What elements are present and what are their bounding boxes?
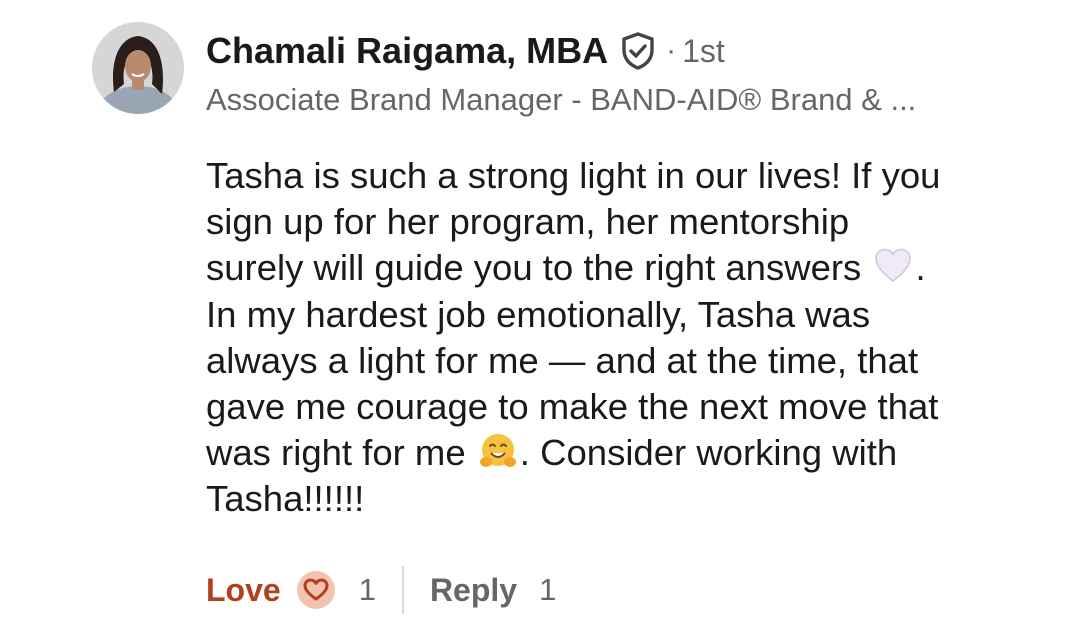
comment-line-text: was right for me <box>206 432 466 474</box>
separator-dot: · <box>666 34 677 67</box>
reply-button[interactable]: Reply <box>430 572 517 609</box>
comment-line-text: surely will guide you to the right answe… <box>206 247 862 289</box>
comment-line: Tasha!!!!!! <box>206 478 365 520</box>
comment-line: surely will guide you to the right answe… <box>206 245 1036 291</box>
author-header: Chamali Raigama, MBA · 1st <box>206 30 725 72</box>
comment-line: gave me courage to make the next move th… <box>206 386 939 428</box>
verified-shield-icon <box>618 31 658 71</box>
comment-actions: Love 1 Reply 1 <box>206 566 556 614</box>
comment-line: Tasha is such a strong light in our live… <box>206 155 941 196</box>
white-heart-emoji-icon <box>873 246 913 286</box>
comment-line-suffix: . <box>915 247 926 289</box>
comment-line: was right for me . Consider working with <box>206 430 1036 476</box>
hugging-face-emoji-icon <box>478 431 518 471</box>
comment-text: Tasha is such a strong light in our live… <box>206 153 1036 523</box>
avatar-photo-icon <box>92 22 184 114</box>
comment-line-suffix: . <box>519 432 530 474</box>
author-name[interactable]: Chamali Raigama, MBA <box>206 30 608 72</box>
comment-line: In my hardest job emotionally, Tasha was <box>206 293 871 335</box>
love-button[interactable]: Love <box>206 572 281 609</box>
comment-line-text: Consider working with <box>540 432 898 474</box>
author-headline: Associate Brand Manager - BAND-AID® Bran… <box>206 82 917 117</box>
reply-count[interactable]: 1 <box>539 572 556 608</box>
connection-degree: 1st <box>682 32 725 69</box>
author-avatar[interactable] <box>92 22 184 114</box>
love-reaction-icon[interactable] <box>295 569 337 611</box>
love-count[interactable]: 1 <box>359 572 376 608</box>
comment-line: always a light for me — and at the time,… <box>206 339 919 381</box>
actions-divider <box>401 566 404 614</box>
comment-line: sign up for her program, her mentorship <box>206 201 850 243</box>
